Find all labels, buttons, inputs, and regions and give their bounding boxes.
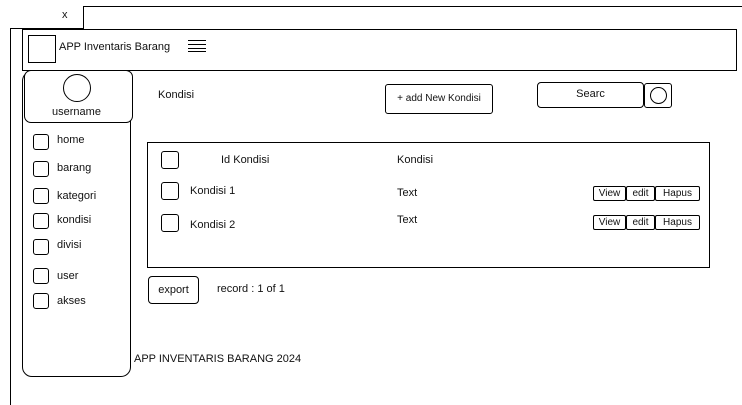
table-cell-id: Kondisi 2 <box>190 219 236 231</box>
search-input-text: Searc <box>576 88 605 100</box>
row-checkbox[interactable] <box>161 182 179 200</box>
sidebar-item-barang[interactable]: barang <box>33 161 133 179</box>
hamburger-icon[interactable] <box>188 40 206 52</box>
app-title: APP Inventaris Barang <box>59 41 171 53</box>
edit-button[interactable]: edit <box>626 215 655 230</box>
hapus-button[interactable]: Hapus <box>655 186 700 201</box>
table-cell-id: Kondisi 1 <box>190 185 236 197</box>
app-logo <box>28 35 56 63</box>
close-icon[interactable]: x <box>62 9 68 21</box>
sidebar-item-checkbox[interactable] <box>33 134 49 150</box>
table-cell-kondisi: Text <box>397 187 418 199</box>
username-label: username <box>52 106 101 118</box>
table-cell-kondisi: Text <box>397 214 418 226</box>
sidebar-item-checkbox[interactable] <box>33 293 49 309</box>
select-all-checkbox[interactable] <box>161 151 179 169</box>
search-icon <box>650 87 667 104</box>
window-tab[interactable] <box>10 6 84 29</box>
sidebar-item-checkbox[interactable] <box>33 268 49 284</box>
sidebar-item-label: kategori <box>57 190 97 202</box>
page-title: Kondisi <box>158 89 195 101</box>
sidebar-item-label: user <box>57 270 79 282</box>
sidebar-item-checkbox[interactable] <box>33 239 49 255</box>
sidebar-item-akses[interactable]: akses <box>33 293 133 311</box>
sidebar-item-home[interactable]: home <box>33 134 133 152</box>
sidebar-item-kondisi[interactable]: kondisi <box>33 213 133 231</box>
sidebar-item-label: kondisi <box>57 214 92 226</box>
column-header-kondisi: Kondisi <box>397 154 434 166</box>
add-kondisi-button[interactable]: + add New Kondisi <box>385 84 493 114</box>
window-border-top <box>10 6 742 7</box>
sidebar-item-kategori[interactable]: kategori <box>33 188 133 206</box>
avatar <box>63 74 91 102</box>
sidebar-item-checkbox[interactable] <box>33 188 49 204</box>
export-button[interactable]: export <box>148 276 199 304</box>
sidebar-item-label: divisi <box>57 239 82 251</box>
sidebar-item-user[interactable]: user <box>33 268 133 286</box>
hapus-button[interactable]: Hapus <box>655 215 700 230</box>
row-checkbox[interactable] <box>161 214 179 232</box>
view-button[interactable]: View <box>593 215 626 230</box>
sidebar-item-checkbox[interactable] <box>33 161 49 177</box>
sidebar-item-label: home <box>57 134 85 146</box>
footer-text: APP INVENTARIS BARANG 2024 <box>134 353 302 365</box>
edit-button[interactable]: edit <box>626 186 655 201</box>
record-count: record : 1 of 1 <box>217 283 285 295</box>
sidebar-item-label: barang <box>57 162 92 174</box>
sidebar-item-divisi[interactable]: divisi <box>33 239 133 257</box>
sidebar-item-checkbox[interactable] <box>33 213 49 229</box>
sidebar-item-label: akses <box>57 295 86 307</box>
window-border-left <box>10 6 11 405</box>
column-header-id: Id Kondisi <box>221 154 270 166</box>
view-button[interactable]: View <box>593 186 626 201</box>
